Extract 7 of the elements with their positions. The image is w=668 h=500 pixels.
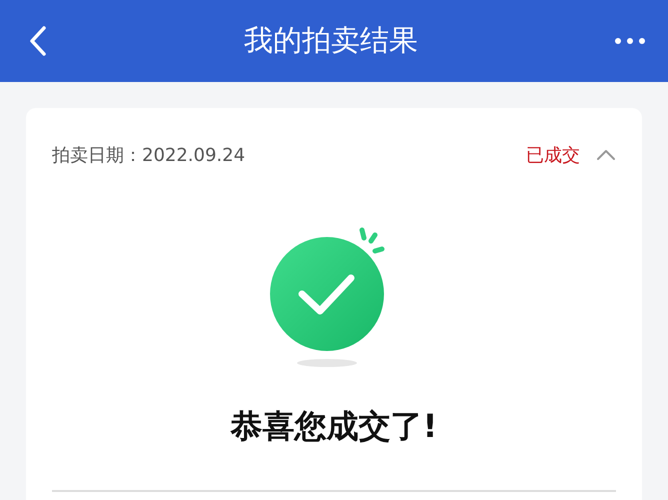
more-icon[interactable]	[614, 37, 646, 45]
deal-status: 已成交	[526, 144, 580, 168]
chevron-icon[interactable]	[596, 147, 616, 163]
success-message: 恭喜您成交了!	[230, 407, 438, 445]
page-title: 我的拍卖结果	[244, 22, 418, 60]
back-icon[interactable]	[28, 25, 48, 57]
auction-date: 拍卖日期：2022.09.24	[52, 144, 246, 168]
